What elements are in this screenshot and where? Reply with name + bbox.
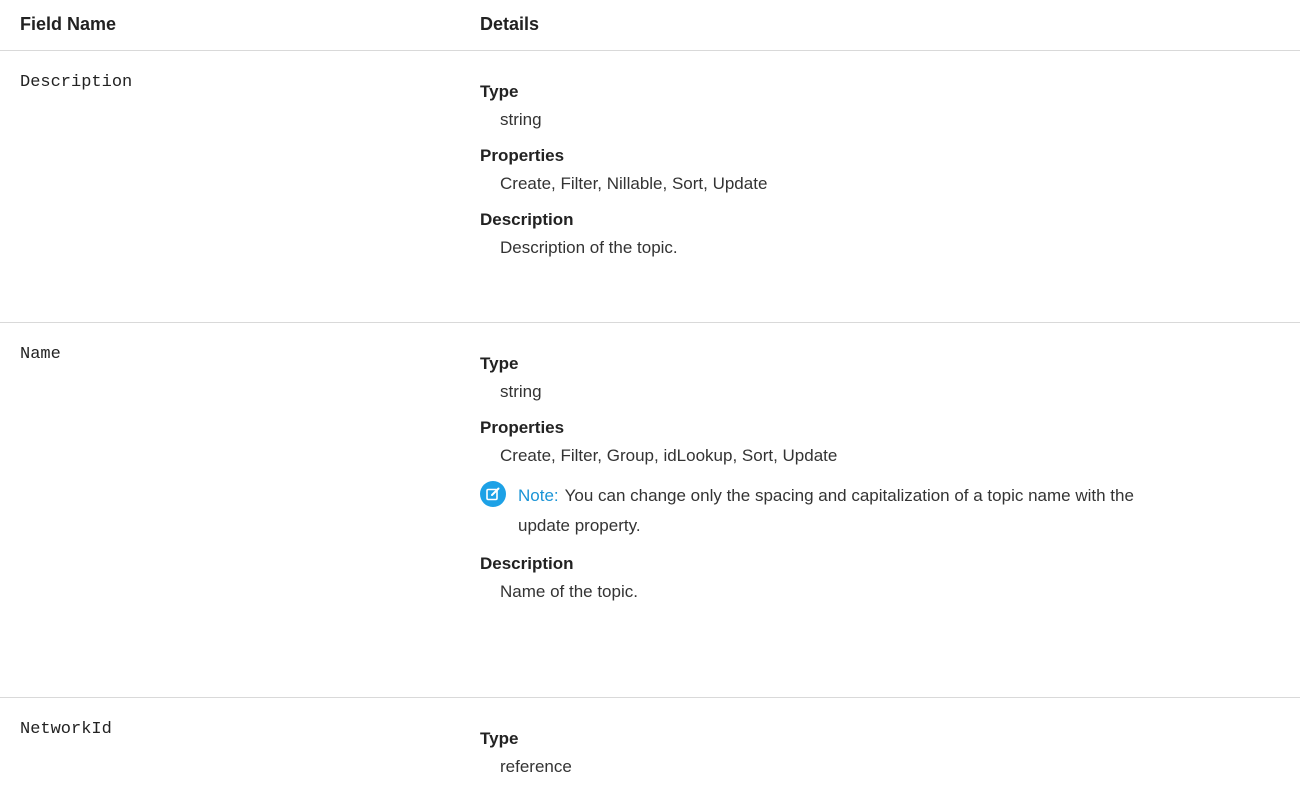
field-name-cell: NetworkId [20,720,112,739]
properties-value: Create, Filter, Nillable, Sort, Update [500,174,768,193]
column-header-field-name: Field Name [20,14,117,34]
details-cell: Type string Properties Create, Filter, N… [480,51,1300,322]
column-header-details: Details [480,14,540,34]
type-value: string [500,382,542,401]
description-value: Description of the topic. [500,238,678,257]
note-callout: Note: You can change only the spacing and… [480,481,1300,541]
pencil-edit-icon [480,481,506,507]
field-name-cell: Name [20,345,61,364]
type-value: reference [500,757,572,776]
table-row: NetworkId Type reference [0,698,1300,796]
field-table: Field Name Details Description Type stri… [0,0,1300,796]
properties-label: Properties [480,146,565,165]
properties-label: Properties [480,418,565,437]
note-body: You can change only the spacing and capi… [518,486,1134,535]
description-label: Description [480,210,574,229]
field-name-cell: Description [20,73,133,92]
table-header: Field Name Details [0,0,1300,51]
table-row: Description Type string Properties Creat… [0,51,1300,323]
type-label: Type [480,354,519,373]
description-value: Name of the topic. [500,582,638,601]
type-label: Type [480,82,519,101]
details-cell: Type reference [480,698,1300,796]
description-label: Description [480,554,574,573]
type-value: string [500,110,542,129]
table-row: Name Type string Properties Create, Filt… [0,323,1300,698]
note-label: Note: [518,486,559,505]
note-text-block: Note: You can change only the spacing and… [518,481,1168,541]
properties-value: Create, Filter, Group, idLookup, Sort, U… [500,446,838,465]
details-cell: Type string Properties Create, Filter, G… [480,323,1300,697]
type-label: Type [480,729,519,748]
